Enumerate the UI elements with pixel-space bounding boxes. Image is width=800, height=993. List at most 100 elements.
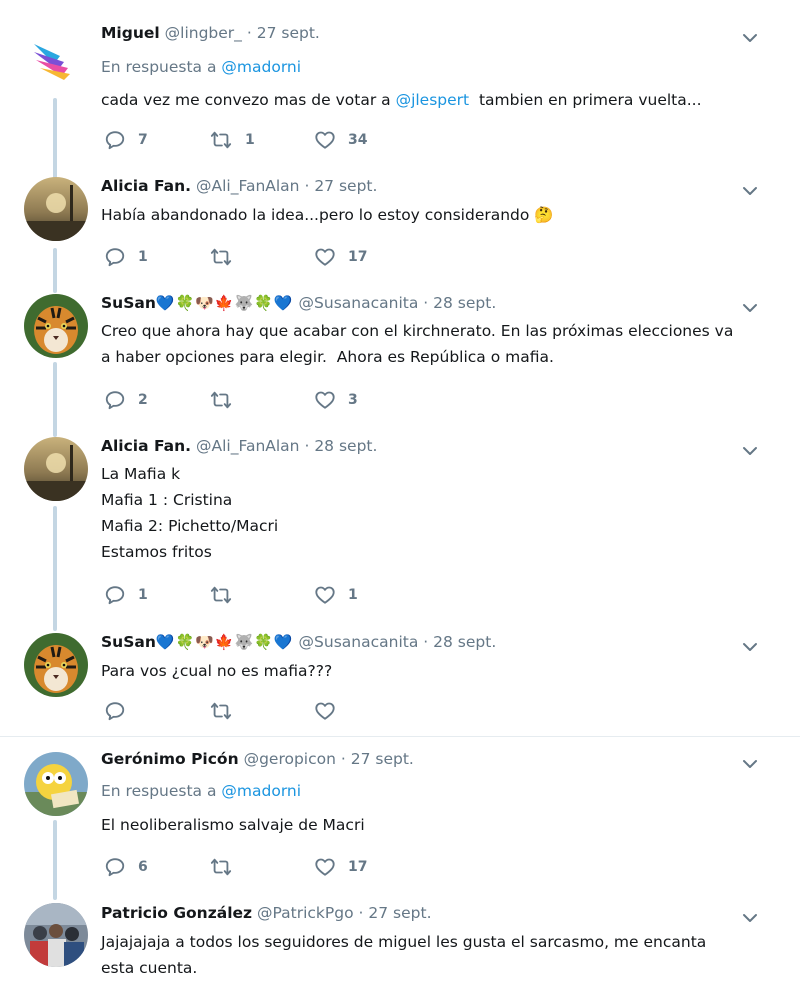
thread-line (53, 820, 57, 900)
timestamp[interactable]: 27 sept. (257, 24, 320, 42)
separator-dot: · (423, 294, 429, 312)
reply-context: En respuesta a @madorni (101, 782, 301, 800)
crowd-photo-avatar (24, 903, 88, 967)
tweet-text: Creo que ahora hay que acabar con el kir… (101, 318, 761, 370)
author-name[interactable]: Miguel (101, 24, 160, 42)
retweet-button[interactable] (209, 246, 314, 268)
name-emojis: 💙🍀🐶🍁🐺🍀💙 (155, 294, 294, 312)
avatar[interactable] (24, 633, 88, 697)
heart-icon (314, 584, 336, 606)
reply-count: 1 (138, 587, 148, 603)
like-button[interactable]: 34 (314, 129, 419, 151)
mention-link[interactable]: @jlespert (396, 91, 470, 109)
timestamp[interactable]: 28 sept. (433, 294, 496, 312)
tweet-actions: 2 3 (104, 389, 419, 411)
chevron-down-icon[interactable] (740, 441, 760, 461)
heart-icon (314, 246, 336, 268)
timestamp[interactable]: 27 sept. (314, 177, 377, 195)
author-name[interactable]: Alicia Fan. (101, 177, 191, 195)
retweet-button[interactable] (209, 584, 314, 606)
reply-button[interactable]: 2 (104, 389, 209, 411)
retweet-icon (209, 246, 233, 268)
author-name[interactable]: Patricio González (101, 904, 252, 922)
tweet-text: La Mafia k Mafia 1 : Cristina Mafia 2: P… (101, 461, 761, 565)
reply-icon (104, 129, 126, 151)
thread-separator (0, 736, 800, 737)
tweet-header: Alicia Fan. @Ali_FanAlan · 28 sept. (101, 437, 377, 455)
chevron-down-icon[interactable] (740, 754, 760, 774)
chevron-down-icon[interactable] (740, 908, 760, 928)
tweet-text: Jajajajaja a todos los seguidores de mig… (101, 929, 761, 981)
timestamp[interactable]: 28 sept. (433, 633, 496, 651)
author-name[interactable]: SuSan (101, 633, 156, 651)
author-handle[interactable]: @Ali_FanAlan (196, 437, 300, 455)
thread-line (53, 248, 57, 293)
tweet-text-line: La Mafia k (101, 465, 181, 483)
separator-dot: · (246, 24, 252, 42)
tweet-text: El neoliberalismo salvaje de Macri (101, 816, 365, 834)
tweet-text-line: Jajajajaja a todos los seguidores de mig… (101, 933, 707, 951)
avatar[interactable] (24, 437, 88, 501)
tweet-text-line: a haber opciones para elegir. Ahora es R… (101, 348, 554, 366)
author-handle[interactable]: @Susanacanita (299, 633, 419, 651)
author-name[interactable]: SuSan (101, 294, 156, 312)
tweet-text: Había abandonado la idea...pero lo estoy… (101, 206, 554, 224)
tweet-text-part: tambien en primera vuelta... (469, 91, 702, 109)
tweet-header: SuSan💙🍀🐶🍁🐺🍀💙 @Susanacanita · 28 sept. (101, 633, 496, 651)
like-button[interactable]: 3 (314, 389, 419, 411)
retweet-button[interactable] (209, 856, 314, 878)
author-handle[interactable]: @Susanacanita (299, 294, 419, 312)
avatar[interactable] (24, 26, 88, 90)
tweet-text-part: cada vez me convezo mas de votar a (101, 91, 396, 109)
avatar[interactable] (24, 294, 88, 358)
tweet-actions: 1 17 (104, 246, 419, 268)
author-name[interactable]: Gerónimo Picón (101, 750, 239, 768)
like-count: 1 (348, 587, 358, 603)
timestamp[interactable]: 28 sept. (314, 437, 377, 455)
chevron-down-icon[interactable] (740, 28, 760, 48)
chevron-down-icon[interactable] (740, 181, 760, 201)
reply-button[interactable]: 7 (104, 129, 209, 151)
reply-prefix: En respuesta a (101, 782, 217, 800)
timestamp[interactable]: 27 sept. (351, 750, 414, 768)
retweet-icon (209, 700, 233, 722)
like-button[interactable]: 1 (314, 584, 419, 606)
retweet-button[interactable]: 1 (209, 129, 314, 151)
author-name[interactable]: Alicia Fan. (101, 437, 191, 455)
like-button[interactable]: 17 (314, 246, 419, 268)
reply-count: 7 (138, 132, 148, 148)
tweet-text-line: Creo que ahora hay que acabar con el kir… (101, 322, 734, 340)
author-handle[interactable]: @lingber_ (165, 24, 242, 42)
reply-button[interactable]: 6 (104, 856, 209, 878)
reply-button[interactable]: 1 (104, 246, 209, 268)
reply-button[interactable]: 1 (104, 584, 209, 606)
reply-mention-link[interactable]: @madorni (221, 58, 301, 76)
reply-icon (104, 246, 126, 268)
like-button[interactable] (314, 700, 419, 722)
author-handle[interactable]: @PatrickPgo (257, 904, 354, 922)
retweet-button[interactable] (209, 700, 314, 722)
cartoon-avatar (24, 752, 88, 816)
tweet-text-line: Estamos fritos (101, 543, 212, 561)
tweet-header: Patricio González @PatrickPgo · 27 sept. (101, 904, 432, 922)
timestamp[interactable]: 27 sept. (368, 904, 431, 922)
author-handle[interactable]: @geropicon (244, 750, 336, 768)
avatar[interactable] (24, 752, 88, 816)
tweet-header: Gerónimo Picón @geropicon · 27 sept. (101, 750, 414, 768)
avatar[interactable] (24, 903, 88, 967)
tweet-actions: 6 17 (104, 856, 419, 878)
reply-mention-link[interactable]: @madorni (221, 782, 301, 800)
reply-icon (104, 856, 126, 878)
avatar[interactable] (24, 177, 88, 241)
like-button[interactable]: 17 (314, 856, 419, 878)
reply-button[interactable] (104, 700, 209, 722)
tweet-text-line: Mafia 2: Pichetto/Macri (101, 517, 279, 535)
reply-context: En respuesta a @madorni (101, 58, 301, 76)
chevron-down-icon[interactable] (740, 637, 760, 657)
retweet-button[interactable] (209, 389, 314, 411)
separator-dot: · (304, 437, 310, 455)
author-handle[interactable]: @Ali_FanAlan (196, 177, 300, 195)
reply-count: 1 (138, 249, 148, 265)
retweet-count: 1 (245, 132, 255, 148)
chevron-down-icon[interactable] (740, 298, 760, 318)
